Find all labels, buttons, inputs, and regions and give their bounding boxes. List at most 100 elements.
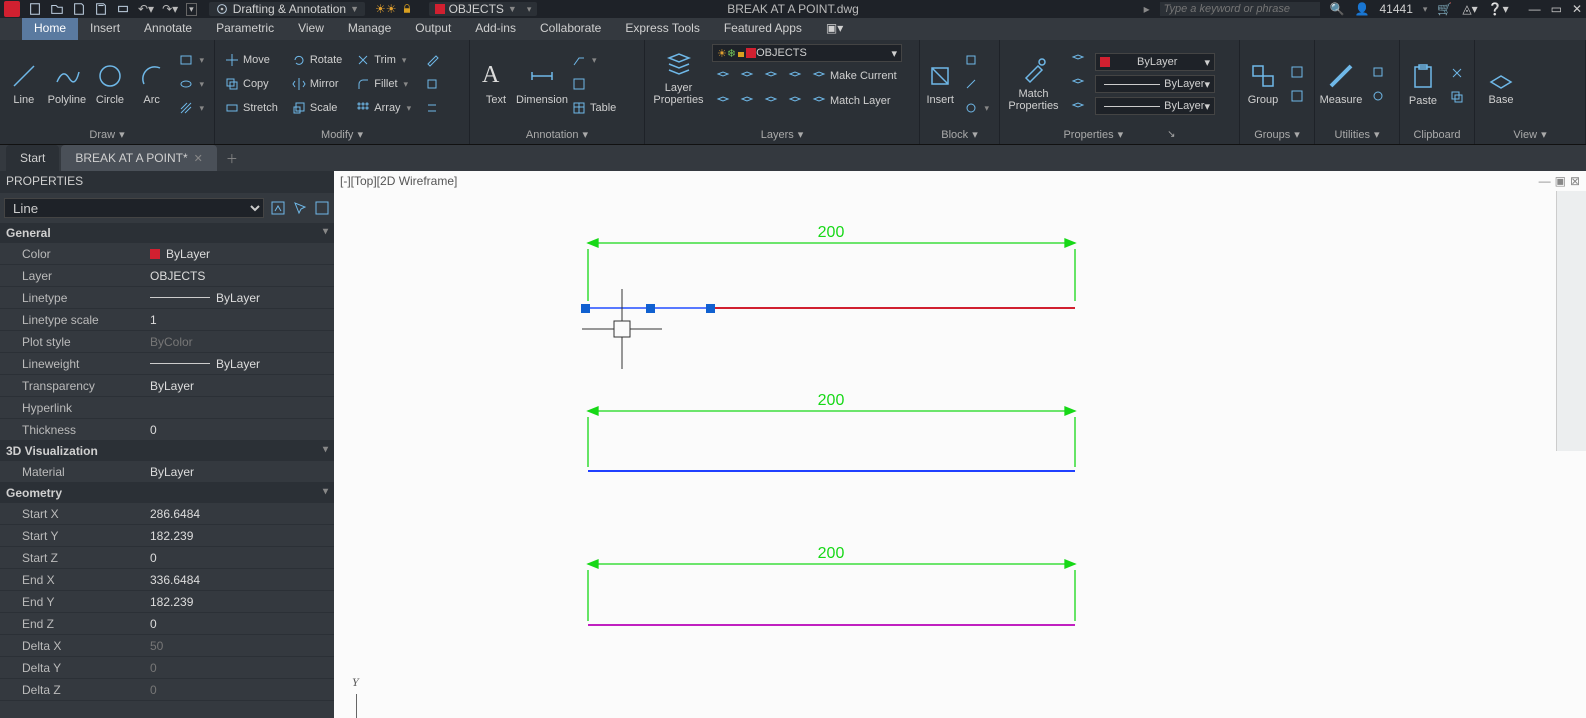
panel-clipboard-label[interactable]: Clipboard bbox=[1400, 129, 1474, 144]
lock-icon[interactable] bbox=[401, 3, 413, 15]
app-store-icon[interactable]: 🛒 bbox=[1437, 2, 1452, 16]
grip-start[interactable] bbox=[581, 304, 590, 313]
grip-mid[interactable] bbox=[646, 304, 655, 313]
open-icon[interactable] bbox=[50, 2, 64, 16]
prop-endz[interactable]: End Z0 bbox=[0, 613, 334, 635]
tab-insert[interactable]: Insert bbox=[78, 18, 132, 40]
prop-material[interactable]: MaterialByLayer bbox=[0, 461, 334, 483]
layer-tool5[interactable] bbox=[712, 90, 734, 112]
layer-props-tool[interactable] bbox=[1067, 49, 1089, 71]
minimize-icon[interactable]: — bbox=[1529, 2, 1541, 16]
prop-color[interactable]: ColorByLayer bbox=[0, 243, 334, 265]
scale-button[interactable]: Scale bbox=[288, 97, 346, 119]
tab-overflow-icon[interactable]: ▣▾ bbox=[814, 18, 855, 40]
prop-startz[interactable]: Start Z0 bbox=[0, 547, 334, 569]
lweight-combo[interactable]: ByLayer▾ bbox=[1095, 75, 1215, 93]
hatch-button[interactable] bbox=[175, 97, 208, 119]
help-icon[interactable]: ❔▾ bbox=[1488, 2, 1509, 16]
paste-button[interactable]: Paste bbox=[1406, 63, 1440, 107]
search-icon[interactable]: 🔍 bbox=[1330, 2, 1345, 16]
arc-button[interactable]: Arc bbox=[134, 62, 170, 106]
grip-end[interactable] bbox=[706, 304, 715, 313]
array-button[interactable]: Array bbox=[352, 97, 415, 119]
plot-icon[interactable] bbox=[116, 2, 130, 16]
panel-view-label[interactable]: View▾ bbox=[1475, 128, 1585, 144]
group-button[interactable]: Group bbox=[1246, 62, 1280, 106]
prop-transparency[interactable]: TransparencyByLayer bbox=[0, 375, 334, 397]
cut-button[interactable] bbox=[1446, 62, 1468, 84]
prop-endx[interactable]: End X336.6484 bbox=[0, 569, 334, 591]
close-icon[interactable]: ✕ bbox=[1572, 2, 1582, 16]
offset-button[interactable] bbox=[421, 97, 443, 119]
prop-linetype[interactable]: LinetypeByLayer bbox=[0, 287, 334, 309]
circle-button[interactable]: Circle bbox=[92, 62, 128, 106]
prop-thickness[interactable]: Thickness0 bbox=[0, 419, 334, 441]
quick-layer-combo[interactable]: OBJECTS ▼ ▾ bbox=[429, 2, 538, 16]
select-objects-icon[interactable] bbox=[292, 200, 308, 216]
copy-clip-button[interactable] bbox=[1446, 86, 1468, 108]
group-3dviz[interactable]: 3D Visualization▾ bbox=[0, 441, 334, 461]
layer-tool8[interactable] bbox=[784, 90, 806, 112]
measure-button[interactable]: Measure bbox=[1321, 62, 1361, 106]
share-icon[interactable]: ☀ bbox=[375, 2, 386, 16]
panel-utilities-label[interactable]: Utilities▾ bbox=[1315, 128, 1399, 144]
dim-more-button[interactable] bbox=[568, 73, 620, 95]
tab-expresstools[interactable]: Express Tools bbox=[613, 18, 711, 40]
layer-tool2[interactable] bbox=[736, 65, 758, 87]
layer-props-tool3[interactable] bbox=[1067, 97, 1089, 119]
entity-type-select[interactable]: Line bbox=[4, 198, 264, 218]
redo-icon[interactable]: ↷▾ bbox=[162, 2, 178, 16]
layer-tool4[interactable] bbox=[784, 65, 806, 87]
util-tool1[interactable] bbox=[1367, 61, 1389, 83]
leader-button[interactable] bbox=[568, 49, 620, 71]
qat-more-icon[interactable]: ▾ bbox=[186, 3, 197, 16]
block-tool1[interactable] bbox=[960, 49, 993, 71]
tab-home[interactable]: Home bbox=[22, 18, 78, 40]
layer-props-tool2[interactable] bbox=[1067, 73, 1089, 95]
util-tool2[interactable] bbox=[1367, 85, 1389, 107]
panel-layers-label[interactable]: Layers▾ bbox=[645, 128, 919, 144]
prop-ltscale[interactable]: Linetype scale1 bbox=[0, 309, 334, 331]
make-current-button[interactable]: Make Current bbox=[808, 65, 901, 87]
group-geometry[interactable]: Geometry▾ bbox=[0, 483, 334, 503]
panel-block-label[interactable]: Block▾ bbox=[920, 128, 999, 144]
move-button[interactable]: Move bbox=[221, 49, 282, 71]
tab-document[interactable]: BREAK AT A POINT*✕ bbox=[61, 145, 216, 171]
dimension-button[interactable]: Dimension bbox=[522, 62, 562, 106]
user-name[interactable]: 41441 bbox=[1380, 2, 1413, 16]
new-tab-button[interactable]: ＋ bbox=[219, 145, 245, 171]
tab-annotate[interactable]: Annotate bbox=[132, 18, 204, 40]
block-tool3[interactable] bbox=[960, 97, 993, 119]
prop-endy[interactable]: End Y182.239 bbox=[0, 591, 334, 613]
table-button[interactable]: Table bbox=[568, 97, 620, 119]
erase-button[interactable] bbox=[421, 49, 443, 71]
new-icon[interactable] bbox=[28, 2, 42, 16]
prop-hyperlink[interactable]: Hyperlink bbox=[0, 397, 334, 419]
group-tool2[interactable] bbox=[1286, 85, 1308, 107]
block-tool2[interactable] bbox=[960, 73, 993, 95]
share2-icon[interactable]: ☀ bbox=[386, 2, 397, 16]
layer-tool3[interactable] bbox=[760, 65, 782, 87]
copy-button[interactable]: Copy bbox=[221, 73, 282, 95]
pickadd-icon[interactable] bbox=[314, 200, 330, 216]
match-layer-button[interactable]: Match Layer bbox=[808, 90, 895, 112]
panel-groups-label[interactable]: Groups▾ bbox=[1240, 128, 1314, 144]
match-properties-button[interactable]: Match Properties bbox=[1006, 56, 1061, 112]
explode-button[interactable] bbox=[421, 73, 443, 95]
layer-properties-button[interactable]: Layer Properties bbox=[651, 50, 706, 106]
ltype-combo[interactable]: ByLayer▾ bbox=[1095, 97, 1215, 115]
insert-button[interactable]: Insert bbox=[926, 62, 954, 106]
base-button[interactable]: Base bbox=[1481, 62, 1521, 106]
drawing-canvas[interactable]: [-][Top][2D Wireframe] — ▣ ⊠ 200 bbox=[334, 171, 1586, 718]
saveas-icon[interactable] bbox=[94, 2, 108, 16]
tab-collaborate[interactable]: Collaborate bbox=[528, 18, 613, 40]
close-tab-icon[interactable]: ✕ bbox=[194, 152, 203, 165]
group-general[interactable]: General▾ bbox=[0, 223, 334, 243]
user-icon[interactable]: 👤 bbox=[1355, 2, 1370, 16]
tab-output[interactable]: Output bbox=[403, 18, 463, 40]
rectangle-button[interactable] bbox=[175, 49, 208, 71]
layer-tool1[interactable] bbox=[712, 65, 734, 87]
current-layer-combo[interactable]: ☀❄ OBJECTS▾ bbox=[712, 44, 902, 62]
trim-button[interactable]: Trim bbox=[352, 49, 415, 71]
ellipse-button[interactable] bbox=[175, 73, 208, 95]
